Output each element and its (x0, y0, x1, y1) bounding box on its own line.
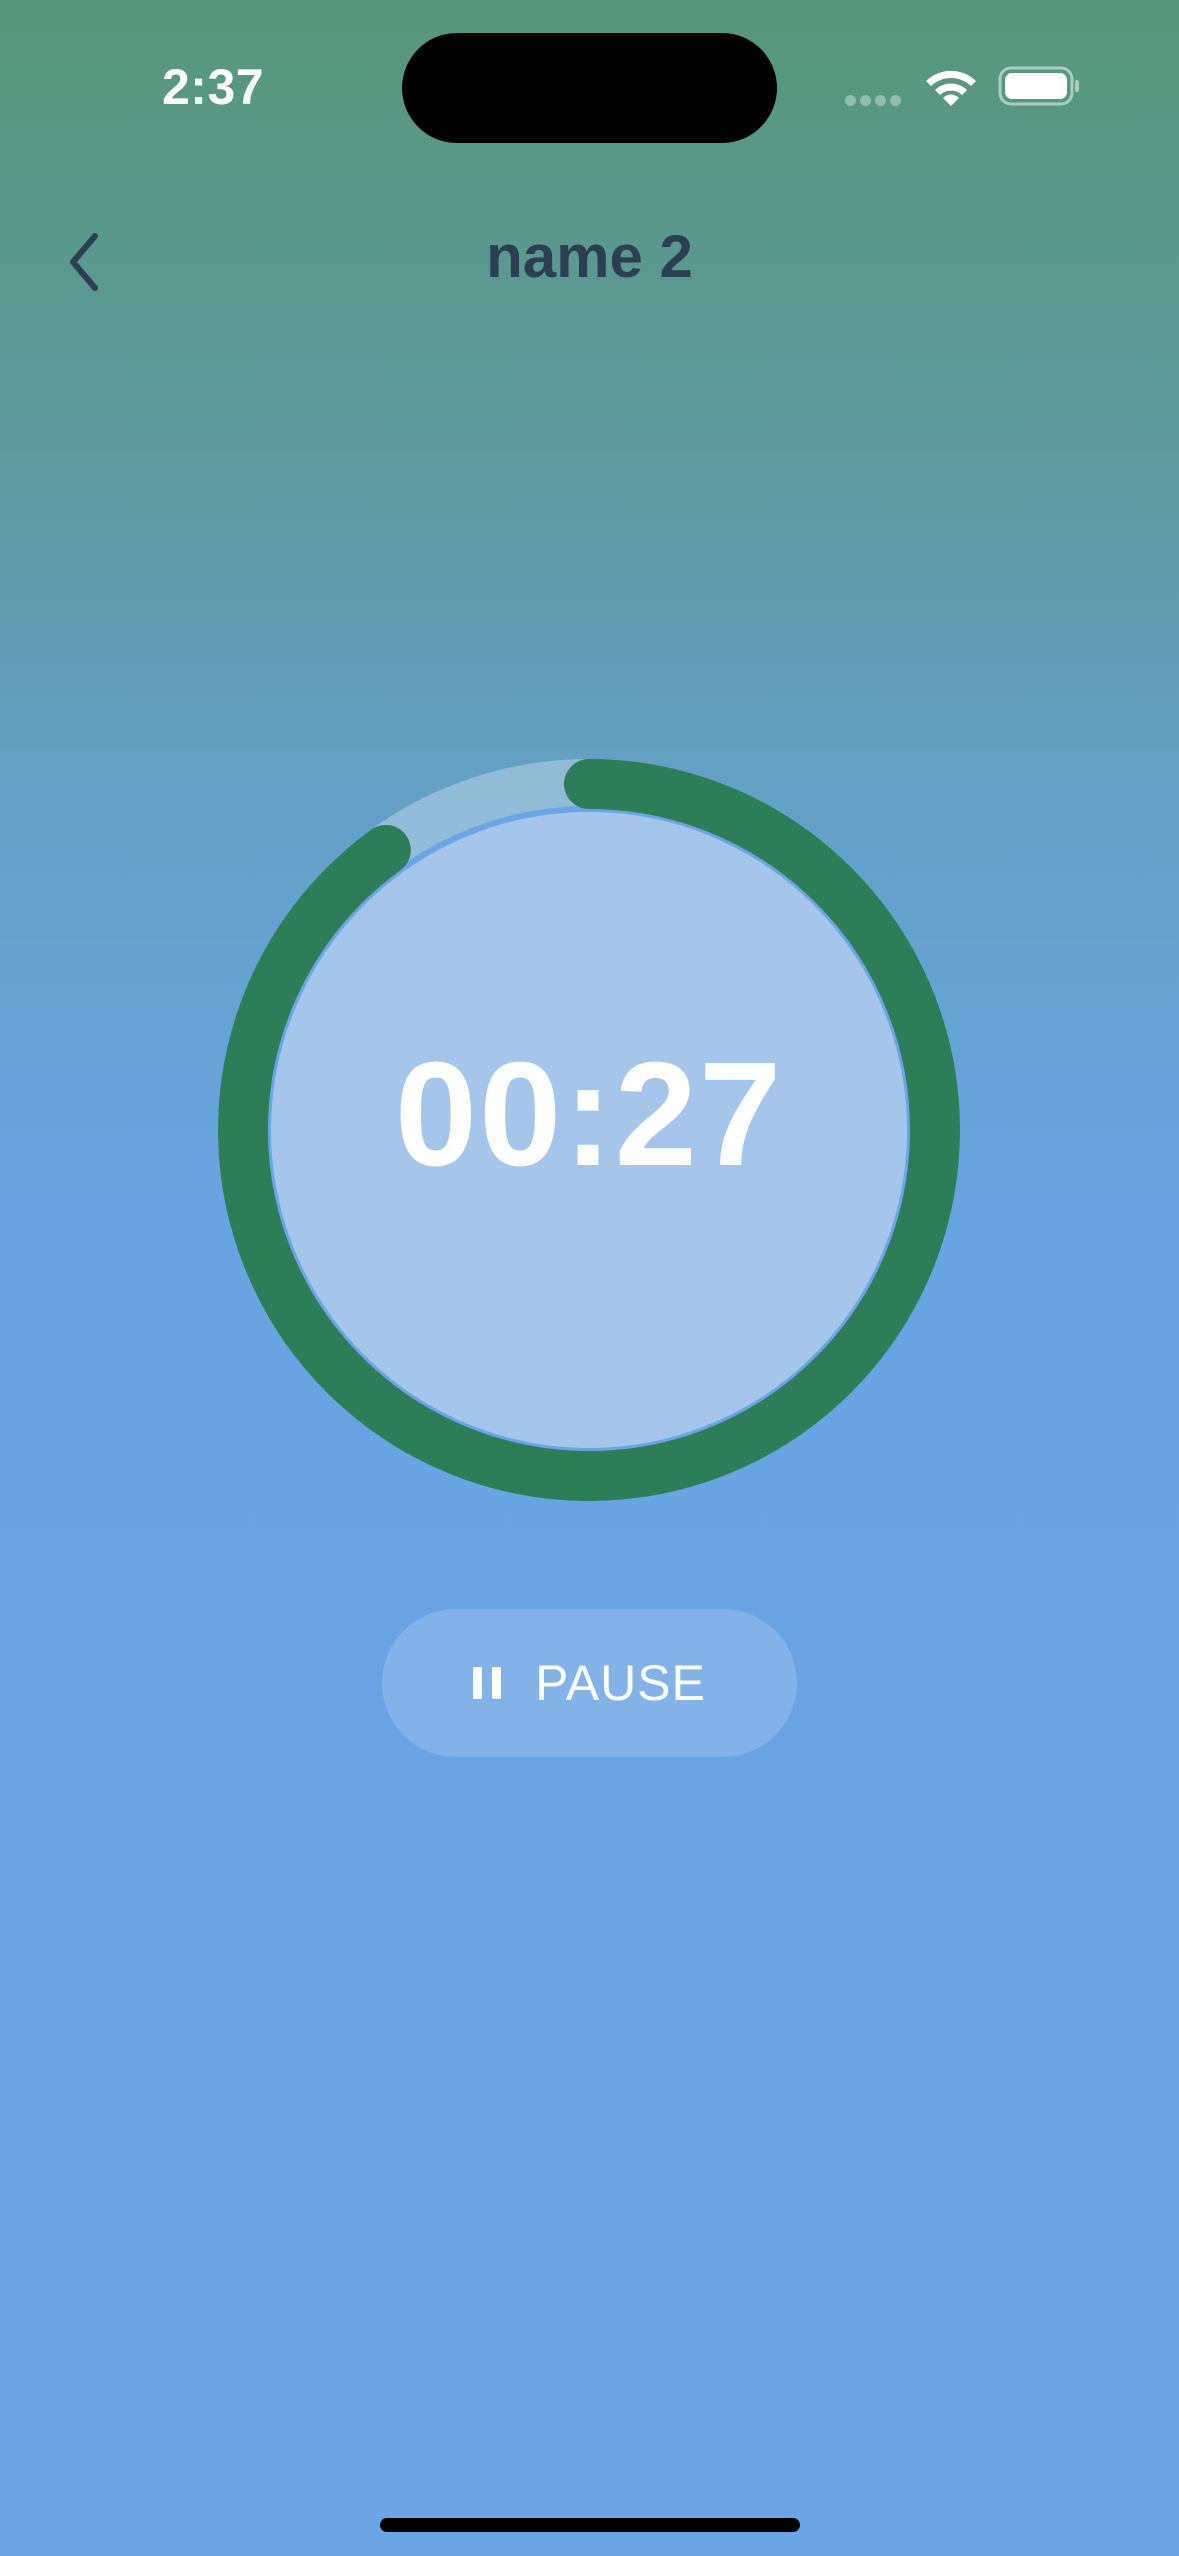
pause-label: PAUSE (535, 1655, 706, 1711)
cellular-signal-icon (845, 93, 905, 111)
status-time: 2:37 (162, 59, 265, 115)
pause-button[interactable]: PAUSE (382, 1609, 797, 1757)
dynamic-island (402, 33, 777, 143)
page-title: name 2 (486, 223, 693, 290)
timer-display: 00:27 (394, 1032, 784, 1197)
wifi-icon (926, 70, 976, 106)
home-indicator[interactable] (380, 2518, 800, 2532)
battery-icon (998, 66, 1079, 106)
pause-icon (473, 1667, 502, 1699)
